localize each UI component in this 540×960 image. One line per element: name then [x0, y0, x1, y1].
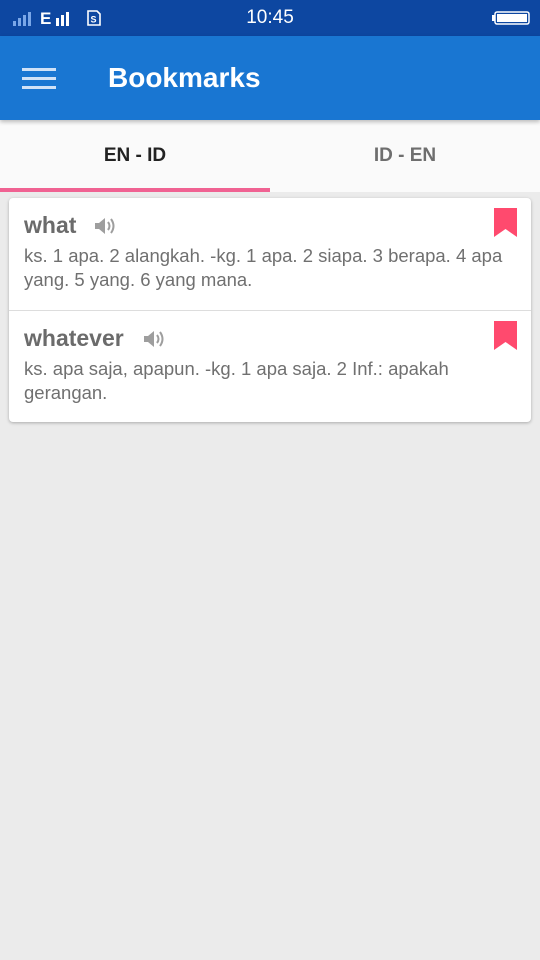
tab-indicator [0, 188, 270, 192]
tab-bar: EN - ID ID - EN [0, 120, 540, 192]
bookmark-icon[interactable] [494, 208, 517, 237]
entry-word: what [24, 212, 77, 238]
speaker-icon[interactable] [142, 328, 166, 350]
entry-definition: ks. apa saja, apapun. -kg. 1 apa saja. 2… [24, 358, 449, 403]
status-bar: E S 10:45 [0, 0, 540, 36]
page-title: Bookmarks [108, 62, 261, 93]
tab-en-id[interactable]: EN - ID [0, 120, 270, 192]
menu-button[interactable] [22, 60, 62, 96]
app-bar: Bookmarks [0, 36, 540, 120]
tab-id-en[interactable]: ID - EN [270, 120, 540, 192]
speaker-icon[interactable] [93, 215, 117, 237]
status-time: 10:45 [246, 7, 294, 28]
battery-icon [492, 11, 530, 25]
bookmark-entry[interactable]: whatever ks. apa saja, apapun. -kg. 1 ap… [9, 310, 531, 423]
hamburger-menu-icon [22, 68, 56, 89]
entry-word: whatever [24, 325, 124, 351]
bookmark-entry[interactable]: what ks. 1 apa. 2 alangkah. -kg. 1 apa. … [9, 198, 531, 310]
entry-definition: ks. 1 apa. 2 alangkah. -kg. 1 apa. 2 sia… [24, 245, 503, 290]
bookmark-icon[interactable] [494, 321, 517, 350]
bookmarks-card: what ks. 1 apa. 2 alangkah. -kg. 1 apa. … [9, 198, 531, 422]
